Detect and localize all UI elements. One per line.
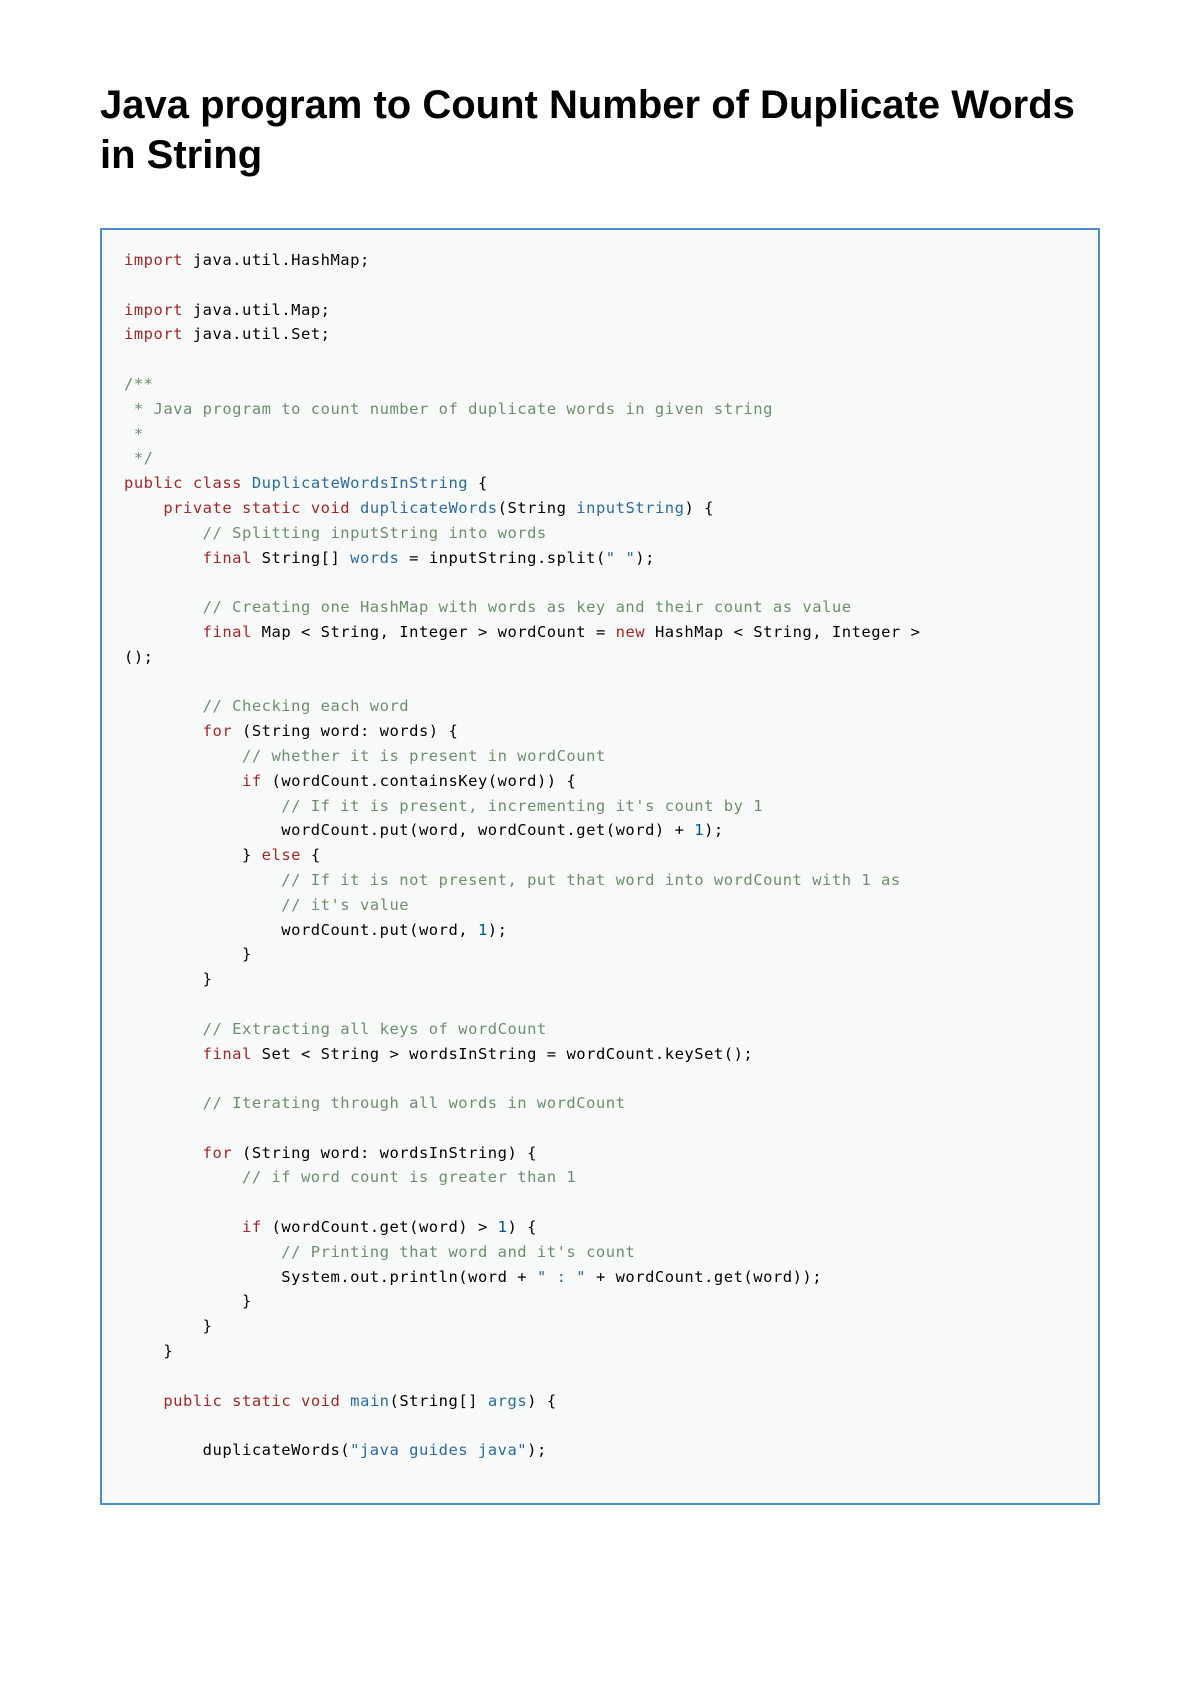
code-token: public: [124, 1392, 222, 1410]
code-token: (String word: words) {: [232, 722, 458, 740]
code-comment: // Printing that word and it's count: [124, 1243, 635, 1261]
code-token: if: [124, 1218, 262, 1236]
code-token: new: [616, 623, 646, 641]
code-token: for: [124, 1144, 232, 1162]
code-token: public: [124, 474, 183, 492]
code-token: ) {: [684, 499, 714, 517]
code-token: Set < String > wordsInString = wordCount…: [252, 1045, 753, 1063]
code-comment: // Creating one HashMap with words as ke…: [124, 598, 852, 616]
code-comment: // if word count is greater than 1: [124, 1168, 576, 1186]
code-token: wordCount.put(word,: [124, 921, 478, 939]
code-token: ) {: [507, 1218, 537, 1236]
code-token: {: [468, 474, 488, 492]
code-token: main: [340, 1392, 389, 1410]
code-comment: */: [124, 449, 154, 467]
code-token: 1: [694, 821, 704, 839]
code-token: void: [301, 499, 350, 517]
code-token: );: [527, 1441, 547, 1459]
code-token: java.util.Map;: [183, 301, 330, 319]
code-token: ) {: [527, 1392, 557, 1410]
code-token: String[]: [252, 549, 350, 567]
code-token: final: [124, 1045, 252, 1063]
code-token: }: [124, 1317, 213, 1335]
code-token: }: [124, 1342, 173, 1360]
code-token: }: [124, 846, 262, 864]
code-token: (wordCount.get(word) >: [262, 1218, 498, 1236]
code-comment: // If it is not present, put that word i…: [124, 871, 901, 889]
code-token: duplicateWords(: [124, 1441, 350, 1459]
code-token: import: [124, 301, 183, 319]
code-token: final: [124, 549, 252, 567]
code-token: = inputString.split(: [399, 549, 605, 567]
code-comment: /**: [124, 375, 154, 393]
code-token: "java guides java": [350, 1441, 527, 1459]
code-token: final: [124, 623, 252, 641]
code-token: words: [350, 549, 399, 567]
code-token: + wordCount.get(word));: [586, 1268, 822, 1286]
code-comment: // Checking each word: [124, 697, 409, 715]
code-token: );: [488, 921, 508, 939]
code-token: }: [124, 1292, 252, 1310]
code-comment: // Extracting all keys of wordCount: [124, 1020, 547, 1038]
code-comment: // Iterating through all words in wordCo…: [124, 1094, 625, 1112]
code-token: void: [291, 1392, 340, 1410]
code-token: inputString: [576, 499, 684, 517]
code-token: {: [301, 846, 321, 864]
code-token: duplicateWords: [350, 499, 497, 517]
code-token: import: [124, 251, 183, 269]
code-token: if: [124, 772, 262, 790]
code-token: (wordCount.containsKey(word)) {: [262, 772, 577, 790]
code-token: }: [124, 945, 252, 963]
code-comment: // it's value: [124, 896, 409, 914]
code-token: wordCount.put(word, wordCount.get(word) …: [124, 821, 694, 839]
code-comment: // whether it is present in wordCount: [124, 747, 606, 765]
code-token: }: [124, 970, 213, 988]
code-token: (String: [498, 499, 577, 517]
code-token: class: [183, 474, 242, 492]
code-token: );: [635, 549, 655, 567]
code-comment: // Splitting inputString into words: [124, 524, 547, 542]
code-token: DuplicateWordsInString: [242, 474, 468, 492]
code-token: " ": [606, 549, 636, 567]
code-token: );: [704, 821, 724, 839]
code-token: Map < String, Integer > wordCount =: [252, 623, 616, 641]
code-token: for: [124, 722, 232, 740]
code-token: private: [124, 499, 232, 517]
code-token: static: [222, 1392, 291, 1410]
page-title: Java program to Count Number of Duplicat…: [100, 80, 1100, 180]
code-token: HashMap < String, Integer >: [645, 623, 930, 641]
code-comment: * Java program to count number of duplic…: [124, 400, 773, 418]
code-token: " : ": [537, 1268, 586, 1286]
code-token: (String word: wordsInString) {: [232, 1144, 537, 1162]
code-token: (String[]: [390, 1392, 488, 1410]
code-token: ();: [124, 648, 154, 666]
code-block: import java.util.HashMap; import java.ut…: [100, 228, 1100, 1505]
code-token: 1: [498, 1218, 508, 1236]
code-token: else: [262, 846, 301, 864]
code-token: args: [488, 1392, 527, 1410]
code-comment: *: [124, 425, 144, 443]
code-token: 1: [478, 921, 488, 939]
code-token: static: [232, 499, 301, 517]
code-token: System.out.println(word +: [124, 1268, 537, 1286]
code-comment: // If it is present, incrementing it's c…: [124, 797, 763, 815]
code-token: java.util.Set;: [183, 325, 330, 343]
code-token: java.util.HashMap;: [183, 251, 370, 269]
code-token: import: [124, 325, 183, 343]
